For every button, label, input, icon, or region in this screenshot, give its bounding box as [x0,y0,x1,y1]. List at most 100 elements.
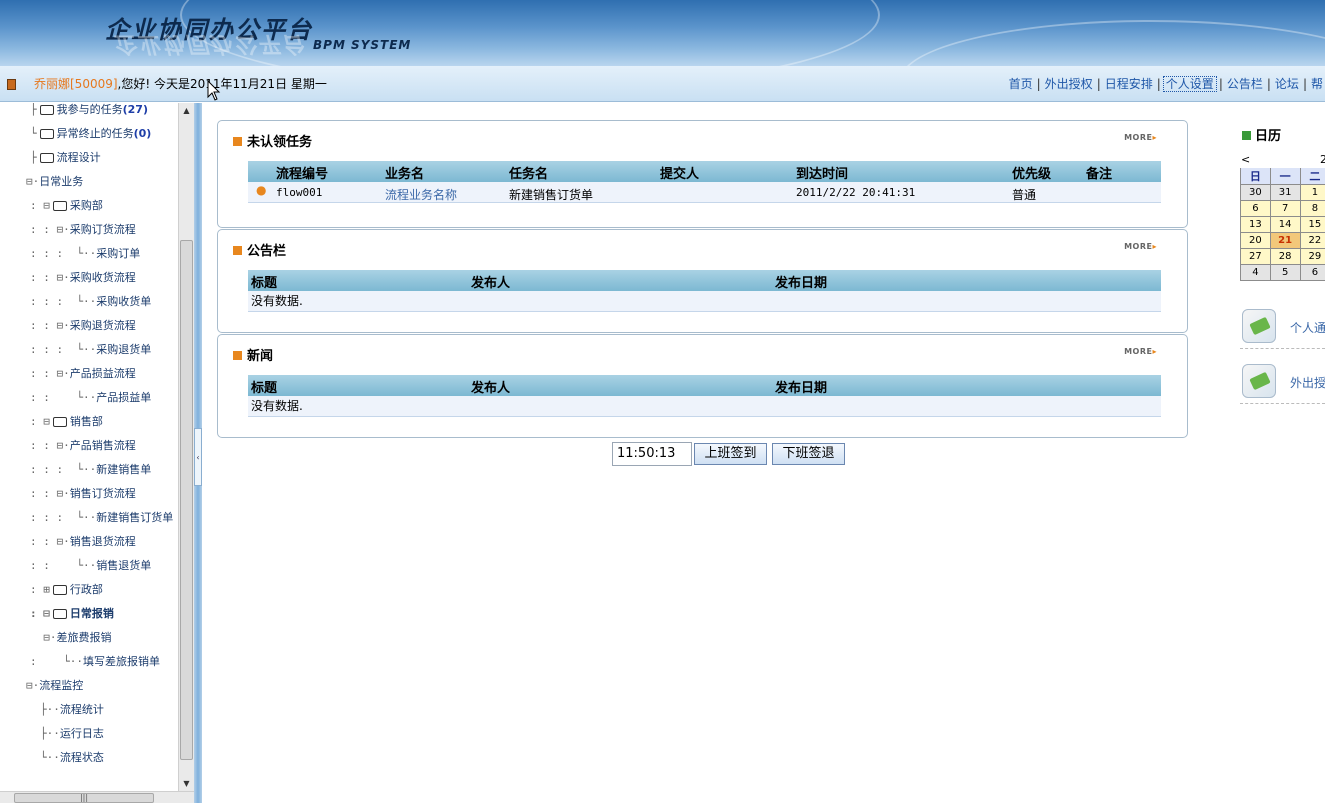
task-business-link[interactable]: 流程业务名称 [385,186,457,203]
tree-item-process-status[interactable]: └··流程状态 [40,747,104,769]
more-link[interactable]: MORE▸ [1124,347,1157,356]
nav-schedule[interactable]: 日程安排 [1103,77,1155,91]
scroll-down-icon[interactable]: ▼ [179,776,194,791]
calendar-day[interactable]: 13 [1240,216,1271,233]
tree-item-new-sales-order-form[interactable]: : : : └··新建销售订货单 [30,507,173,529]
tree-item-run-log[interactable]: ├··运行日志 [40,723,104,745]
tree-item-purchase-receipt-flow[interactable]: : : ⊟·采购收货流程 [30,267,136,289]
nav-delegate[interactable]: 外出授权 [1043,77,1095,91]
tree-item-purchasing-dept[interactable]: : ⊟ 采购部 [30,195,103,217]
folder-icon [52,201,67,211]
tree-item-process-design[interactable]: ├ 流程设计 [30,147,101,169]
nav-settings[interactable]: 个人设置 [1162,76,1217,92]
tree-item-aborted-tasks[interactable]: └ 异常终止的任务(0) [30,123,151,145]
nav-home[interactable]: 首页 [1007,77,1035,91]
calendar-day[interactable]: 22 [1299,232,1325,249]
table-row[interactable]: ● flow001 流程业务名称 新建销售订货单 2011/2/22 20:41… [248,182,1161,203]
tree-item-purchase-receipt[interactable]: : : : └··采购收货单 [30,291,151,313]
folder-icon [39,153,54,163]
tree-item-admin-dept[interactable]: : ⊞ 行政部 [30,579,103,601]
tree-item-sales-dept[interactable]: : ⊟ 销售部 [30,411,103,433]
scroll-thumb[interactable] [180,240,193,760]
panel-notice-board: 公告栏 MORE▸ 标题 发布人 发布日期 没有数据. [217,229,1188,333]
app-title-reflection: 企业协同办公平台 [113,31,306,56]
tree-item-product-sales-flow[interactable]: : : ⊟·产品销售流程 [30,435,136,457]
calendar-day[interactable]: 6 [1299,264,1325,281]
tree-item-product-pl-flow[interactable]: : : ⊟·产品损益流程 [30,363,136,385]
calendar-day[interactable]: 14 [1269,216,1301,233]
username[interactable]: 乔丽娜[50009] [34,77,118,91]
checkout-button[interactable]: 下班签退 [772,443,845,465]
tree-item-new-sales-order[interactable]: : : : └··新建销售单 [30,459,151,481]
calendar-day[interactable]: 29 [1299,248,1325,265]
folder-icon [39,129,54,139]
tree-item-sales-return[interactable]: : : └··销售退货单 [30,555,151,577]
calendar-day[interactable]: 5 [1269,264,1301,281]
shortcut-label: 个人通 [1290,321,1325,335]
user-icon [7,79,16,90]
hscroll-thumb[interactable]: ||| [14,793,154,803]
calendar-prev-icon[interactable]: < [1240,150,1271,168]
panel-title: 公告栏 [233,240,286,259]
folder-icon [52,585,67,595]
panel-splitter[interactable]: ‹ [194,103,202,803]
calendar-bullet-icon [1242,131,1251,140]
tree-item-sales-return-flow[interactable]: : : ⊟·销售退货流程 [30,531,136,553]
shortcut-delegate[interactable]: 外出授 [1240,360,1325,404]
collapse-sidebar-icon[interactable]: ‹ [194,428,202,486]
calendar-day[interactable]: 30 [1240,184,1271,201]
calendar-day[interactable]: 28 [1269,248,1301,265]
calendar-today[interactable]: 21 [1269,232,1301,249]
checkin-button[interactable]: 上班签到 [694,443,767,465]
sidebar-horizontal-scrollbar[interactable]: ||| [0,791,194,803]
table-header: 流程编号 业务名 任务名 提交人 到达时间 优先级 备注 [248,161,1161,182]
weekday: 一 [1269,167,1301,185]
panel-title: 新闻 [233,345,273,364]
panel-news: 新闻 MORE▸ 标题 发布人 发布日期 没有数据. [217,334,1188,438]
tree-item-product-pl[interactable]: : : └··产品损益单 [30,387,151,409]
empty-message: 没有数据. [248,396,1161,417]
tree-item-daily-business[interactable]: ⊟·日常业务 [26,171,83,193]
delegate-icon [1242,364,1276,398]
nav-notice[interactable]: 公告栏 [1225,77,1265,91]
calendar-day[interactable]: 6 [1240,200,1271,217]
tree-item-process-monitor[interactable]: ⊟·流程监控 [26,675,83,697]
folder-icon [52,417,67,427]
tree-item-travel-reimburse[interactable]: ⊟·差旅费报销 [30,627,111,649]
nav-help[interactable]: 帮 [1309,77,1325,91]
tree-item-purchase-order-flow[interactable]: : : ⊟·采购订货流程 [30,219,136,241]
calendar-day[interactable]: 15 [1299,216,1325,233]
calendar-day[interactable]: 31 [1269,184,1301,201]
task-name: 新建销售订货单 [509,188,594,202]
sidebar-vertical-scrollbar[interactable]: ▲ ▼ [178,103,194,791]
tree-item-participated-tasks[interactable]: ├ 我参与的任务(27) [30,103,148,121]
table-header: 标题 发布人 发布日期 [248,270,1161,291]
calendar-day[interactable]: 20 [1240,232,1271,249]
calendar-day[interactable]: 4 [1240,264,1271,281]
nav-forum[interactable]: 论坛 [1273,77,1301,91]
tree-item-sales-order-flow[interactable]: : : ⊟·销售订货流程 [30,483,136,505]
panel-title: 未认领任务 [233,131,312,150]
calendar-title: 日历 [1242,125,1281,144]
tree-item-process-stats[interactable]: ├··流程统计 [40,699,104,721]
shortcut-personal[interactable]: 个人通 [1240,305,1325,349]
calendar-day[interactable]: 7 [1269,200,1301,217]
mouse-cursor-icon [207,80,221,101]
tree-item-daily-reimburse[interactable]: : ⊟ 日常报销 [30,603,114,625]
more-link[interactable]: MORE▸ [1124,242,1157,251]
calendar-day[interactable]: 1 [1299,184,1325,201]
app-header: 企业协同办公平台 企业协同办公平台 BPM SYSTEM [0,0,1325,66]
tree-item-travel-form[interactable]: : └··填写差旅报销单 [30,651,160,673]
scroll-up-icon[interactable]: ▲ [179,103,194,118]
info-bar: 乔丽娜[50009],您好! 今天是2011年11月21日 星期一 首页 | 外出授… [0,66,1325,102]
calendar-day[interactable]: 8 [1299,200,1325,217]
tree-item-purchase-return[interactable]: : : : └··采购退货单 [30,339,151,361]
weekday: 二 [1299,167,1325,185]
tree-item-purchase-order[interactable]: : : : └··采购订单 [30,243,140,265]
task-priority: 普通 [1012,188,1037,202]
tree-item-purchase-return-flow[interactable]: : : ⊟·采购退货流程 [30,315,136,337]
folder-icon [52,609,67,619]
more-link[interactable]: MORE▸ [1124,133,1157,142]
calendar-day[interactable]: 27 [1240,248,1271,265]
task-arrival: 2011/2/22 20:41:31 [796,186,916,199]
